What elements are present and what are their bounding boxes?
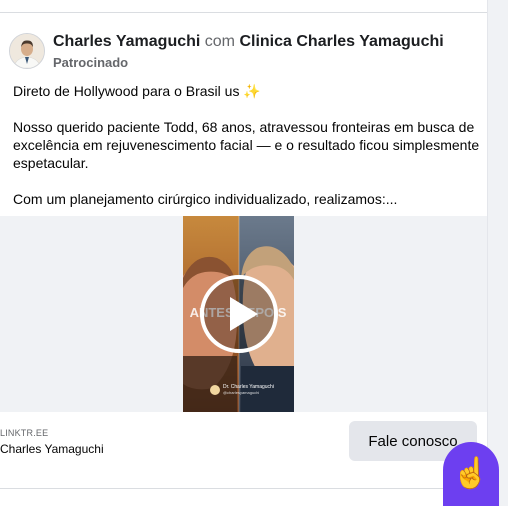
video-handle: @charlesyamaguchi	[223, 390, 259, 395]
floating-action-button[interactable]: ☝	[443, 442, 499, 506]
feed-gutter	[488, 0, 508, 506]
play-button[interactable]	[199, 274, 279, 354]
author-connector: com	[200, 33, 240, 50]
post-author-line: Charles Yamaguchi com Clinica Charles Ya…	[53, 33, 444, 51]
pointing-hand-icon: ☝	[452, 457, 490, 490]
post-text-line1-text: Direto de Hollywood para o Brasil us	[13, 83, 240, 99]
post-text-paragraph3[interactable]: Com um planejamento cirúrgico individual…	[13, 190, 483, 208]
play-icon	[200, 275, 278, 353]
sponsored-label[interactable]: Patrocinado	[53, 55, 128, 70]
page-name-link[interactable]: Clinica Charles Yamaguchi	[239, 33, 443, 50]
link-domain[interactable]: LINKTR.EE	[0, 428, 48, 438]
link-title[interactable]: Charles Yamaguchi	[0, 442, 104, 456]
top-divider	[0, 12, 487, 13]
bottom-divider	[0, 488, 487, 489]
author-name-link[interactable]: Charles Yamaguchi	[53, 33, 200, 50]
post-text-line1: Direto de Hollywood para o Brasil us ✨	[13, 82, 483, 100]
post-text-paragraph2: Nosso querido paciente Todd, 68 anos, at…	[13, 119, 480, 171]
author-avatar[interactable]	[9, 33, 45, 69]
sparkles-icon: ✨	[243, 83, 261, 99]
avatar-photo	[10, 34, 44, 68]
